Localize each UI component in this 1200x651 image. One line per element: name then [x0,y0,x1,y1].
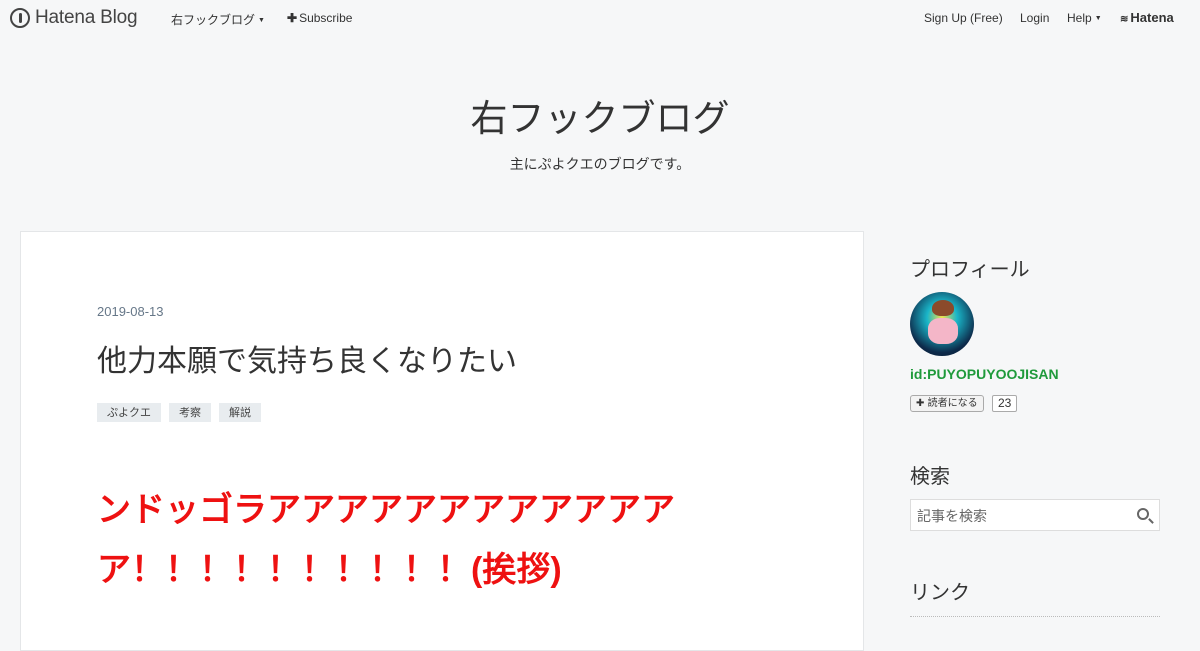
profile-heading: プロフィール [910,257,1030,281]
entry-card: 2019-08-13 他力本願で気持ち良くなりたい ぷよクエ 考察 解説 ンドッ… [20,231,864,651]
subscribe-label: Subscribe [299,11,353,25]
search-placeholder: 記事を検索 [917,509,987,525]
avatar-body [928,318,958,344]
search-icon[interactable] [1137,508,1149,520]
hatena-logo-text: Hatena [1130,10,1174,25]
avatar[interactable] [910,292,974,356]
reader-button-label: 読者になる [927,398,978,409]
hatena-blog-logo[interactable]: Hatena Blog [10,7,138,29]
blog-menu-label: 右フックブログ [171,13,256,27]
category-tag[interactable]: ぷよクエ [97,403,161,422]
category-tag[interactable]: 考察 [169,403,211,422]
entry-date[interactable]: 2019-08-13 [97,304,164,319]
profile-id-link[interactable]: id:PUYOPUYOOJISAN [910,366,1059,382]
category-tag[interactable]: 解説 [219,403,261,422]
reader-count[interactable]: 23 [992,395,1018,412]
entry-title[interactable]: 他力本願で気持ち良くなりたい [97,336,517,380]
search-input[interactable]: 記事を検索 [910,499,1160,531]
entry-body-line: ンドッゴラアアアアアアアアアアアア [97,491,675,529]
help-label: Help [1067,11,1092,25]
entry-body-line: ア！！！！！！！！！！(挨拶) [97,551,562,589]
caret-down-icon: ▼ [258,17,265,25]
links-divider [910,616,1160,617]
search-heading: 検索 [910,464,950,488]
blog-menu[interactable]: 右フックブログ ▼ [171,11,265,28]
hatena-logo[interactable]: ≋ Hatena [1120,10,1174,25]
plus-icon: ✚ [916,398,925,409]
signup-link[interactable]: Sign Up (Free) [924,11,1003,25]
hatena-blog-logo-icon [10,8,30,28]
avatar-face [932,300,954,316]
blog-description: 主にぷよクエのブログです。 [509,157,691,173]
subscribe-button[interactable]: ✚ Subscribe [287,11,352,25]
help-menu[interactable]: Help ▼ [1067,11,1102,25]
subscribe-reader-button[interactable]: ✚ 読者になる [910,395,984,412]
entry-body: ンドッゴラアアアアアアアアアアアア ア！！！！！！！！！！(挨拶) [97,480,717,600]
login-link[interactable]: Login [1020,11,1049,25]
blog-title[interactable]: 右フックブログ [0,88,1200,142]
logo-text: Hatena Blog [35,7,138,28]
plus-icon: ✚ [287,11,298,25]
global-header: Hatena Blog 右フックブログ ▼ ✚ Subscribe Sign Up … [0,0,1200,36]
entry-categories: ぷよクエ 考察 解説 [97,403,261,422]
hatena-wing-icon: ≋ [1120,14,1129,25]
links-heading: リンク [910,580,970,604]
caret-down-icon: ▼ [1094,15,1102,23]
